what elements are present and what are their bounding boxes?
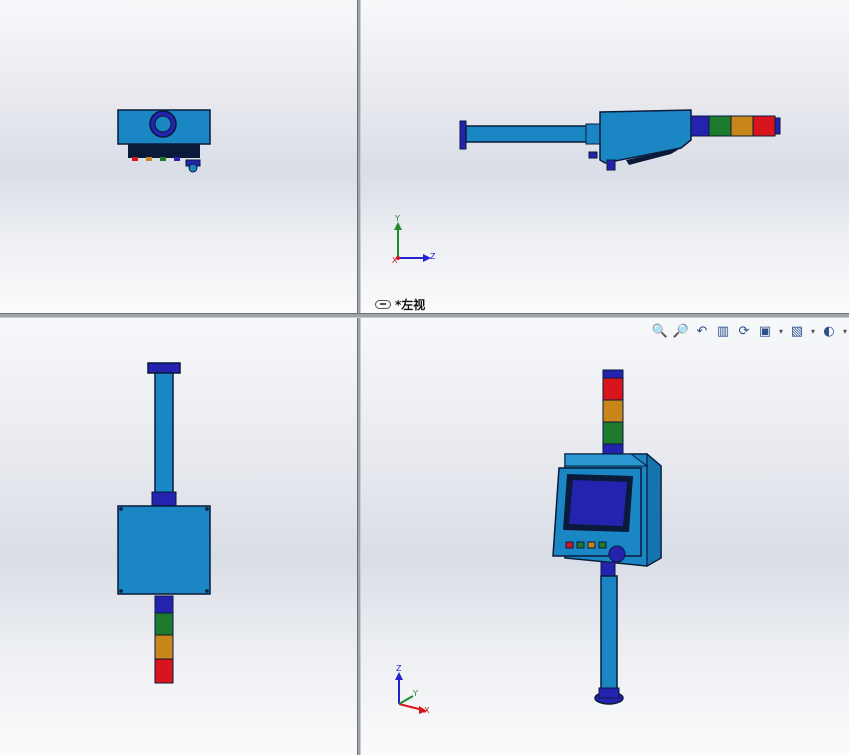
view-label[interactable]: *左视 <box>375 296 425 313</box>
triad-z-label: Z <box>396 664 402 673</box>
link-view-icon[interactable] <box>375 300 391 309</box>
viewport-left[interactable]: Y Z X *左视 <box>361 0 849 313</box>
triad-x-label: X <box>424 706 430 715</box>
triad-z-label: Z <box>430 252 436 261</box>
model-top-view <box>117 109 211 173</box>
viewport-horizontal-splitter[interactable] <box>0 313 849 318</box>
model-front-view <box>117 362 211 684</box>
model-left-view <box>394 109 781 262</box>
viewport-isometric[interactable]: 🔍 🔎 ↶ ▥ ⟳ ▣ ▾ ▧ ▾ ◐ ▾ Z X Y <box>361 318 849 755</box>
viewport-front[interactable] <box>0 318 357 755</box>
triad-y-label: Y <box>413 689 418 698</box>
model-isometric-view <box>395 369 662 714</box>
triad-x-label: X <box>392 256 398 265</box>
viewport-top[interactable] <box>0 0 357 313</box>
view-name: *左视 <box>395 298 426 312</box>
viewport-vertical-splitter[interactable] <box>357 0 361 755</box>
triad-y-label: Y <box>395 214 400 223</box>
